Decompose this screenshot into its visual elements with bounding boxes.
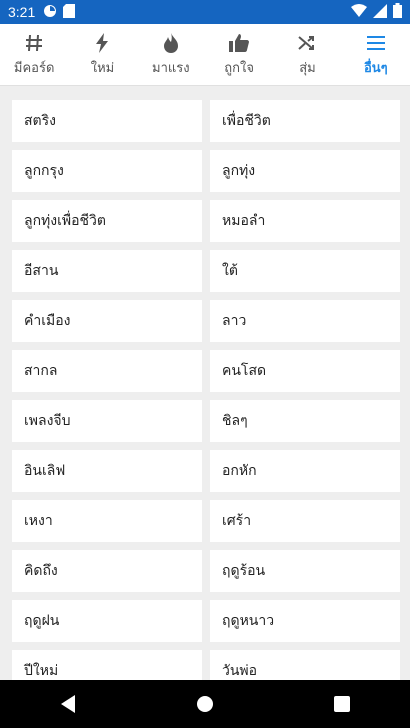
tab-label: ใหม่ [90,61,115,76]
category-item[interactable]: เพลงจีบ [12,400,202,442]
category-item[interactable]: อีสาน [12,250,202,292]
tab-trending[interactable]: มาแรง [137,24,205,85]
tab-random[interactable]: สุ่ม [273,24,341,85]
category-item[interactable]: คำเมือง [12,300,202,342]
category-item[interactable]: สากล [12,350,202,392]
thumbs-up-icon [229,31,250,55]
tab-label: สุ่ม [299,61,316,76]
wifi-icon [351,3,367,22]
category-item[interactable]: ลูกกรุง [12,150,202,192]
tab-label: ถูกใจ [224,61,254,76]
category-item[interactable]: วันพ่อ [210,650,400,680]
category-item[interactable]: อกหัก [210,450,400,492]
category-item[interactable]: ฤดูฝน [12,600,202,642]
category-item[interactable]: เศร้า [210,500,400,542]
category-tab-bar: มีคอร์ด ใหม่ มาแรง ถูกใจ สุ่ม อื่นๆ [0,24,410,86]
sd-card-icon [63,3,76,22]
category-item[interactable]: ปีใหม่ [12,650,202,680]
status-bar: 3:21 [0,0,410,24]
lightning-icon [95,31,109,55]
category-grid: สตริง เพื่อชีวิต ลูกกรุง ลูกทุ่ง ลูกทุ่ง… [12,100,400,680]
category-item[interactable]: อินเลิฟ [12,450,202,492]
category-item[interactable]: คนโสด [210,350,400,392]
category-item[interactable]: ฤดูหนาว [210,600,400,642]
flame-icon [163,31,179,55]
category-item[interactable]: สตริง [12,100,202,142]
category-item[interactable]: ชิลๆ [210,400,400,442]
home-icon[interactable] [185,684,225,724]
category-item[interactable]: ใต้ [210,250,400,292]
category-item[interactable]: ลูกทุ่ง [210,150,400,192]
menu-icon [366,31,385,55]
category-item[interactable]: เหงา [12,500,202,542]
tab-liked[interactable]: ถูกใจ [205,24,273,85]
battery-icon [393,2,402,22]
tab-chords[interactable]: มีคอร์ด [0,24,68,85]
app-notification-icon [43,3,57,22]
category-item[interactable]: เพื่อชีวิต [210,100,400,142]
tab-label: มาแรง [152,61,190,76]
category-item[interactable]: ฤดูร้อน [210,550,400,592]
tab-new[interactable]: ใหม่ [68,24,136,85]
back-icon[interactable] [48,684,88,724]
tab-label: มีคอร์ด [13,61,55,76]
tab-label: อื่นๆ [363,61,388,76]
system-nav-bar [0,680,410,728]
status-time: 3:21 [8,4,36,20]
hash-icon [24,31,44,55]
category-item[interactable]: ลาว [210,300,400,342]
shuffle-icon [298,31,316,55]
category-item[interactable]: หมอลำ [210,200,400,242]
category-item[interactable]: ลูกทุ่งเพื่อชีวิต [12,200,202,242]
category-item[interactable]: คิดถึง [12,550,202,592]
tab-more[interactable]: อื่นๆ [342,24,410,85]
category-list: สตริง เพื่อชีวิต ลูกกรุง ลูกทุ่ง ลูกทุ่ง… [0,86,410,680]
recents-icon[interactable] [322,684,362,724]
signal-icon [373,3,387,22]
